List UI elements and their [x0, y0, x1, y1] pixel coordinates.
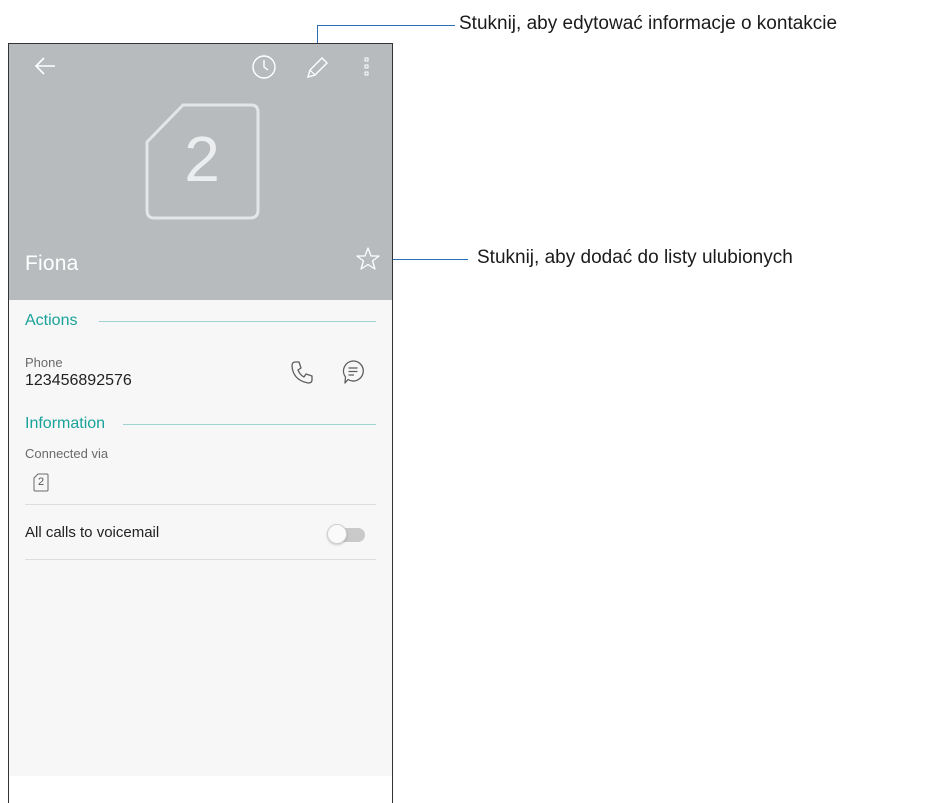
- more-vert-icon[interactable]: [361, 55, 373, 81]
- back-arrow-icon[interactable]: [31, 54, 59, 78]
- voicemail-label: All calls to voicemail: [25, 524, 160, 541]
- sim-avatar-number: 2: [184, 123, 220, 195]
- sim-badge-number: 2: [37, 476, 45, 488]
- contact-name: Fiona: [25, 252, 79, 275]
- call-phone-icon[interactable]: [289, 359, 315, 390]
- favorite-star-icon[interactable]: [355, 246, 381, 272]
- connected-via-label: Connected via: [25, 446, 109, 461]
- actions-heading: Actions: [25, 312, 78, 329]
- sim-badge-icon: 2: [33, 473, 49, 492]
- screenshot-stage: Stuknij, aby edytować informacje o konta…: [0, 0, 926, 803]
- favorite-callout-line: [380, 259, 468, 260]
- favorite-callout-text: Stuknij, aby dodać do listy ulubionych: [477, 247, 793, 268]
- phone-number[interactable]: 123456892576: [25, 372, 132, 390]
- voicemail-toggle-knob: [327, 524, 347, 544]
- message-icon[interactable]: [340, 358, 366, 391]
- information-heading-rule: [123, 424, 376, 425]
- sim-card-avatar: 2: [143, 102, 261, 222]
- voicemail-toggle[interactable]: [327, 524, 365, 544]
- information-heading: Information: [25, 415, 106, 432]
- divider-voicemail: [25, 559, 376, 560]
- phone-screen: 2 Fiona Actions Phone 123456892576 Infor…: [8, 43, 393, 803]
- phone-bottom-strip: [9, 776, 392, 803]
- divider-connected: [25, 504, 376, 505]
- actions-heading-rule: [99, 321, 376, 322]
- history-clock-icon[interactable]: [250, 53, 278, 81]
- contact-header: 2 Fiona: [9, 44, 392, 300]
- edit-pencil-icon[interactable]: [303, 54, 331, 82]
- phone-label: Phone: [25, 355, 63, 370]
- edit-callout-text: Stuknij, aby edytować informacje o konta…: [459, 13, 838, 34]
- edit-callout-line-horizontal: [317, 25, 455, 26]
